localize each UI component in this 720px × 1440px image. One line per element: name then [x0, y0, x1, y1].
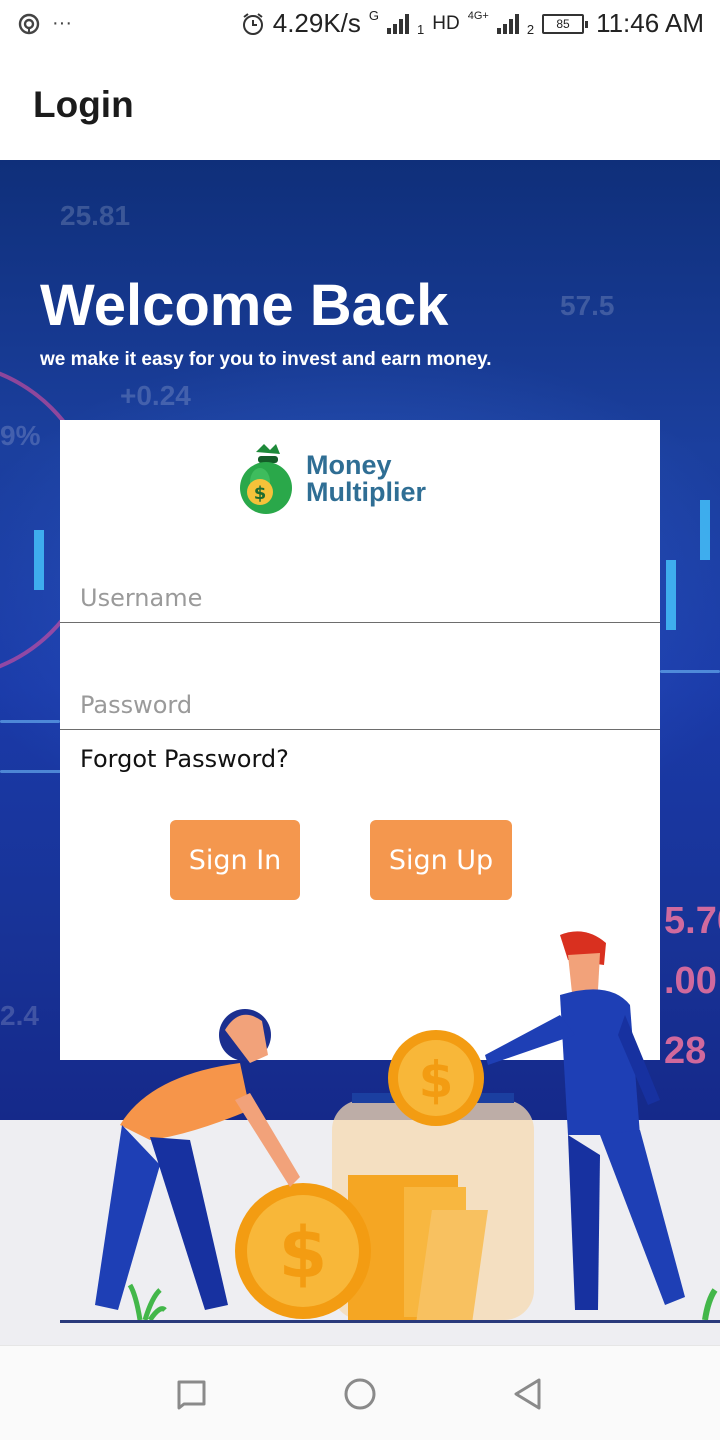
battery-icon: 85 — [542, 13, 589, 34]
welcome-heading: Welcome Back — [40, 273, 449, 338]
logo-line-2: Multiplier — [306, 477, 426, 507]
svg-text:$: $ — [254, 483, 267, 504]
sim1-type: G — [368, 8, 380, 23]
coin-icon: $ — [235, 1183, 371, 1319]
alarm-icon — [242, 12, 263, 35]
svg-text:$: $ — [279, 1212, 328, 1294]
app-bar: Login — [0, 52, 720, 160]
sim2-type: HD — [432, 12, 460, 34]
username-input[interactable] — [80, 584, 640, 612]
page-title: Login — [33, 84, 134, 125]
svg-text:$: $ — [419, 1051, 454, 1109]
username-field[interactable] — [60, 563, 660, 623]
signal-icon — [387, 13, 410, 34]
home-icon[interactable] — [342, 1376, 378, 1412]
sim2-tech: 4G+ — [467, 9, 489, 22]
sign-up-button[interactable]: Sign Up — [370, 820, 512, 900]
sim2-index: 2 — [526, 22, 535, 37]
welcome-tagline: we make it easy for you to invest and ea… — [40, 349, 492, 370]
sign-in-button[interactable]: Sign In — [170, 820, 300, 900]
back-icon[interactable] — [510, 1376, 546, 1412]
more-dots: ··· — [52, 12, 72, 34]
money-bag-icon: $ — [240, 444, 292, 514]
clock: 11:46 AM — [596, 8, 704, 38]
navigation-bar — [0, 1345, 720, 1440]
recent-apps-icon[interactable] — [174, 1376, 210, 1412]
password-input[interactable] — [80, 691, 640, 719]
sim1-index: 1 — [417, 22, 425, 37]
logo-line-1: Money — [306, 450, 392, 480]
network-speed: 4.29K/s — [272, 8, 361, 38]
status-bar: ··· 4.29K/s G 1 HD 4G+ 2 85 11:46 AM — [0, 0, 720, 52]
forgot-password-link[interactable]: Forgot Password? — [80, 745, 289, 773]
savings-illustration: $ $ — [95, 931, 718, 1322]
location-icon — [18, 13, 40, 34]
signal-icon-2 — [496, 13, 519, 34]
password-field[interactable] — [60, 670, 660, 730]
ground-line — [60, 1320, 720, 1323]
app-logo: $ Money Multiplier — [236, 442, 456, 516]
